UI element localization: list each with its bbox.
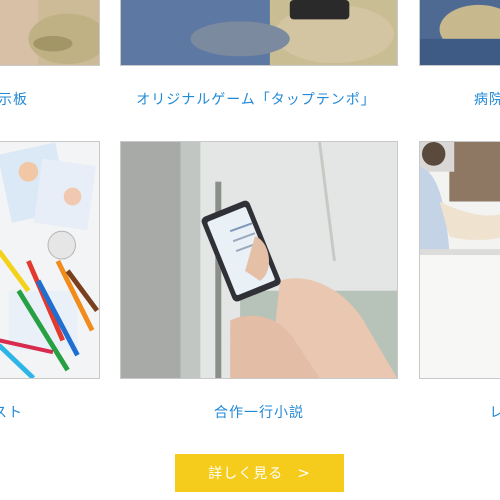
photo-person-at-desk-image — [420, 142, 500, 378]
photo-phone-in-hand-image — [121, 0, 397, 65]
card-title-top-center[interactable]: オリジナルゲーム「タップテンポ」 — [136, 89, 376, 109]
see-more-button[interactable]: 詳しく見る > — [175, 454, 344, 492]
card-image-bottom-left[interactable] — [0, 141, 100, 379]
chevron-right-icon: > — [297, 464, 311, 482]
card-title-bottom-right[interactable]: レ — [490, 402, 500, 422]
see-more-label: 詳しく見る — [208, 466, 284, 482]
card-title-top-right[interactable]: 病院 — [474, 89, 500, 109]
photo-hands-knees-image — [0, 0, 99, 65]
card-title-top-left[interactable]: 示板 — [0, 89, 28, 109]
card-image-bottom-right[interactable] — [419, 141, 500, 379]
photo-smartphone-by-window-image — [121, 142, 397, 378]
photo-jeans-image — [420, 0, 500, 65]
card-image-bottom-center[interactable] — [120, 141, 398, 379]
photo-colored-pencils-drawing-image — [0, 142, 99, 378]
card-title-bottom-center[interactable]: 合作一行小説 — [214, 402, 304, 422]
card-title-bottom-left[interactable]: スト — [0, 402, 23, 422]
card-image-top-center[interactable] — [120, 0, 398, 66]
card-image-top-right[interactable] — [419, 0, 500, 66]
card-image-top-left[interactable] — [0, 0, 100, 66]
